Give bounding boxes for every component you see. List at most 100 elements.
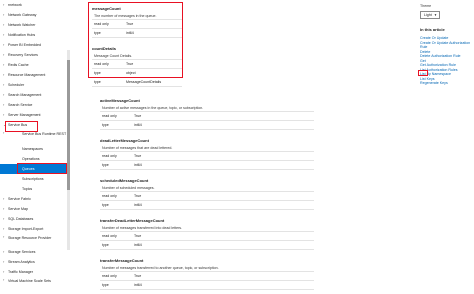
toc-link-regenerate-keys[interactable]: Regenerate Keys <box>420 81 474 86</box>
in-this-article-heading: In this article <box>420 27 445 32</box>
nav-scrollbar[interactable] <box>67 50 70 250</box>
sidebar-item-label: Queues <box>22 167 35 171</box>
chevron-right-icon: › <box>3 92 5 97</box>
left-nav: › rnetwork › Network Gateway › Network Watche… <box>0 0 70 294</box>
property-deadlettermessagecount: deadLetterMessageCount Number of messages… <box>100 137 314 170</box>
property-name: countDetails <box>92 46 117 51</box>
chevron-right-icon: › <box>3 259 5 264</box>
sidebar-item-recovery-services[interactable]: › Recovery Services <box>0 50 70 60</box>
sidebar-item-label: Network Watcher <box>8 23 36 27</box>
sidebar-item-subscriptions[interactable]: Subscriptions <box>0 174 70 184</box>
sidebar-item-stream-analytics[interactable]: › Stream Analytics <box>0 257 70 267</box>
row-value: True <box>134 114 142 118</box>
chevron-right-icon: › <box>3 22 5 27</box>
chevron-right-icon: › <box>3 269 5 274</box>
nav-list: › rnetwork › Network Gateway › Network Watche… <box>0 0 70 290</box>
property-name: transferDeadLetterMessageCount <box>100 218 165 223</box>
table-row: type MessageCountDetails <box>92 78 182 87</box>
property-name: scheduledMessageCount <box>100 178 149 183</box>
right-rail: Theme Light ▼ In this article Create Or … <box>418 0 474 294</box>
sidebar-item-storage-import-export[interactable]: › Storage Import-Export <box>0 224 70 234</box>
sidebar-item-storage-services[interactable]: › Storage Services <box>0 247 70 257</box>
chevron-right-icon: › <box>3 112 5 117</box>
table-row: type int64 <box>100 121 314 130</box>
row-value: True <box>134 274 142 278</box>
sidebar-item-label: Resource Management <box>8 73 46 77</box>
row-value: int64 <box>134 283 142 287</box>
row-value: True <box>134 234 142 238</box>
sidebar-item-sql-databases[interactable]: › SQL Databases <box>0 214 70 224</box>
theme-select[interactable]: Light ▼ <box>420 11 440 19</box>
chevron-right-icon: › <box>3 82 5 87</box>
sidebar-item-notification-hubs[interactable]: › Notification Hubs <box>0 30 70 40</box>
sidebar-item-queues[interactable]: Queues <box>0 164 70 174</box>
property-transferdeadlettermessagecount: transferDeadLetterMessageCount Number of … <box>100 217 314 250</box>
sidebar-item-redis-cache[interactable]: › Redis Cache <box>0 60 70 70</box>
sidebar-item-power-bi-embedded[interactable]: › Power BI Embedded <box>0 40 70 50</box>
toc-link-create-or-update-authorization-rule[interactable]: Create Or Update Authorization Rule <box>420 41 474 50</box>
property-description: Number of messages that are dead lettere… <box>100 144 314 152</box>
row-value: object <box>126 71 136 75</box>
sidebar-item-label: Notification Hubs <box>8 33 36 37</box>
theme-select-value: Light <box>424 13 432 17</box>
table-row: read only True <box>92 60 182 69</box>
property-description: Message Count Details. <box>92 52 182 60</box>
sidebar-item-service-bus-runtime-rest[interactable]: › Service Bus Runtime REST <box>0 130 70 144</box>
sidebar-item-storage-resource-provider[interactable]: › Storage Resource Provider <box>0 234 70 247</box>
sidebar-item-namespaces[interactable]: Namespaces <box>0 144 70 154</box>
sidebar-item-service-bus[interactable]: ⌄ Service Bus <box>0 120 70 130</box>
sidebar-item-traffic-manager[interactable]: › Traffic Manager <box>0 267 70 277</box>
theme-label: Theme <box>420 4 432 8</box>
property-description: Number of active messages in the queue, … <box>100 104 314 112</box>
sidebar-item-resource-management[interactable]: › Resource Management <box>0 70 70 80</box>
sidebar-item-label: SQL Databases <box>8 217 34 221</box>
row-key: read only <box>102 114 117 118</box>
row-value: int64 <box>134 243 142 247</box>
sidebar-item-label: Server Management <box>8 113 41 117</box>
chevron-right-icon: › <box>3 216 5 221</box>
property-scheduledmessagecount: scheduledMessageCount Number of scheduled… <box>100 177 314 210</box>
row-value: int64 <box>134 203 142 207</box>
table-row: read only True <box>92 20 182 29</box>
nav-scrollbar-thumb[interactable] <box>67 60 70 190</box>
chevron-right-icon: › <box>3 130 5 135</box>
sidebar-item-label: Search Management <box>8 93 42 97</box>
sidebar-item-topics[interactable]: Topics <box>0 184 70 194</box>
property-name: messageCount <box>92 6 121 11</box>
sidebar-item-service-map[interactable]: › Service Map <box>0 204 70 214</box>
row-value: True <box>134 154 142 158</box>
chevron-right-icon: › <box>3 206 5 211</box>
sidebar-item-label: Service Map <box>8 207 28 211</box>
sidebar-item-network-watcher[interactable]: › Network Watcher <box>0 20 70 30</box>
sidebar-item-label: Operations <box>22 157 40 161</box>
chevron-right-icon: › <box>3 226 5 231</box>
row-value: int64 <box>126 31 134 35</box>
sidebar-item-label: Service Bus Runtime REST <box>22 132 67 136</box>
table-row: type int64 <box>100 161 314 170</box>
sidebar-item-search-service[interactable]: › Search Service <box>0 100 70 110</box>
table-row: type object <box>92 69 182 78</box>
sidebar-item-network-gateway[interactable]: › Network Gateway <box>0 10 70 20</box>
row-key: type <box>94 31 101 35</box>
sidebar-item-search-management[interactable]: › Search Management <box>0 90 70 100</box>
table-row: read only True <box>100 192 314 201</box>
table-row: type int64 <box>100 281 314 290</box>
row-value: int64 <box>134 163 142 167</box>
row-key: type <box>102 283 109 287</box>
sidebar-item-label: Search Service <box>8 103 33 107</box>
sidebar-item-scheduler[interactable]: › Scheduler <box>0 80 70 90</box>
row-key: read only <box>94 62 109 66</box>
chevron-right-icon: › <box>3 62 5 67</box>
row-key: type <box>102 243 109 247</box>
chevron-right-icon: › <box>3 196 5 201</box>
sidebar-item-server-management[interactable]: › Server Management <box>0 110 70 120</box>
sidebar-item-rnetwork[interactable]: › rnetwork <box>0 0 70 10</box>
table-row: type int64 <box>100 241 314 250</box>
sidebar-item-virtual-machine-scale-sets[interactable]: › Virtual Machine Scale Sets <box>0 277 70 290</box>
sidebar-item-operations[interactable]: Operations <box>0 154 70 164</box>
property-name: activeMessageCount <box>100 98 140 103</box>
row-key: type <box>102 123 109 127</box>
sidebar-item-service-fabric[interactable]: › Service Fabric <box>0 194 70 204</box>
chevron-right-icon: › <box>3 102 5 107</box>
sidebar-item-label: Service Bus <box>8 123 28 127</box>
